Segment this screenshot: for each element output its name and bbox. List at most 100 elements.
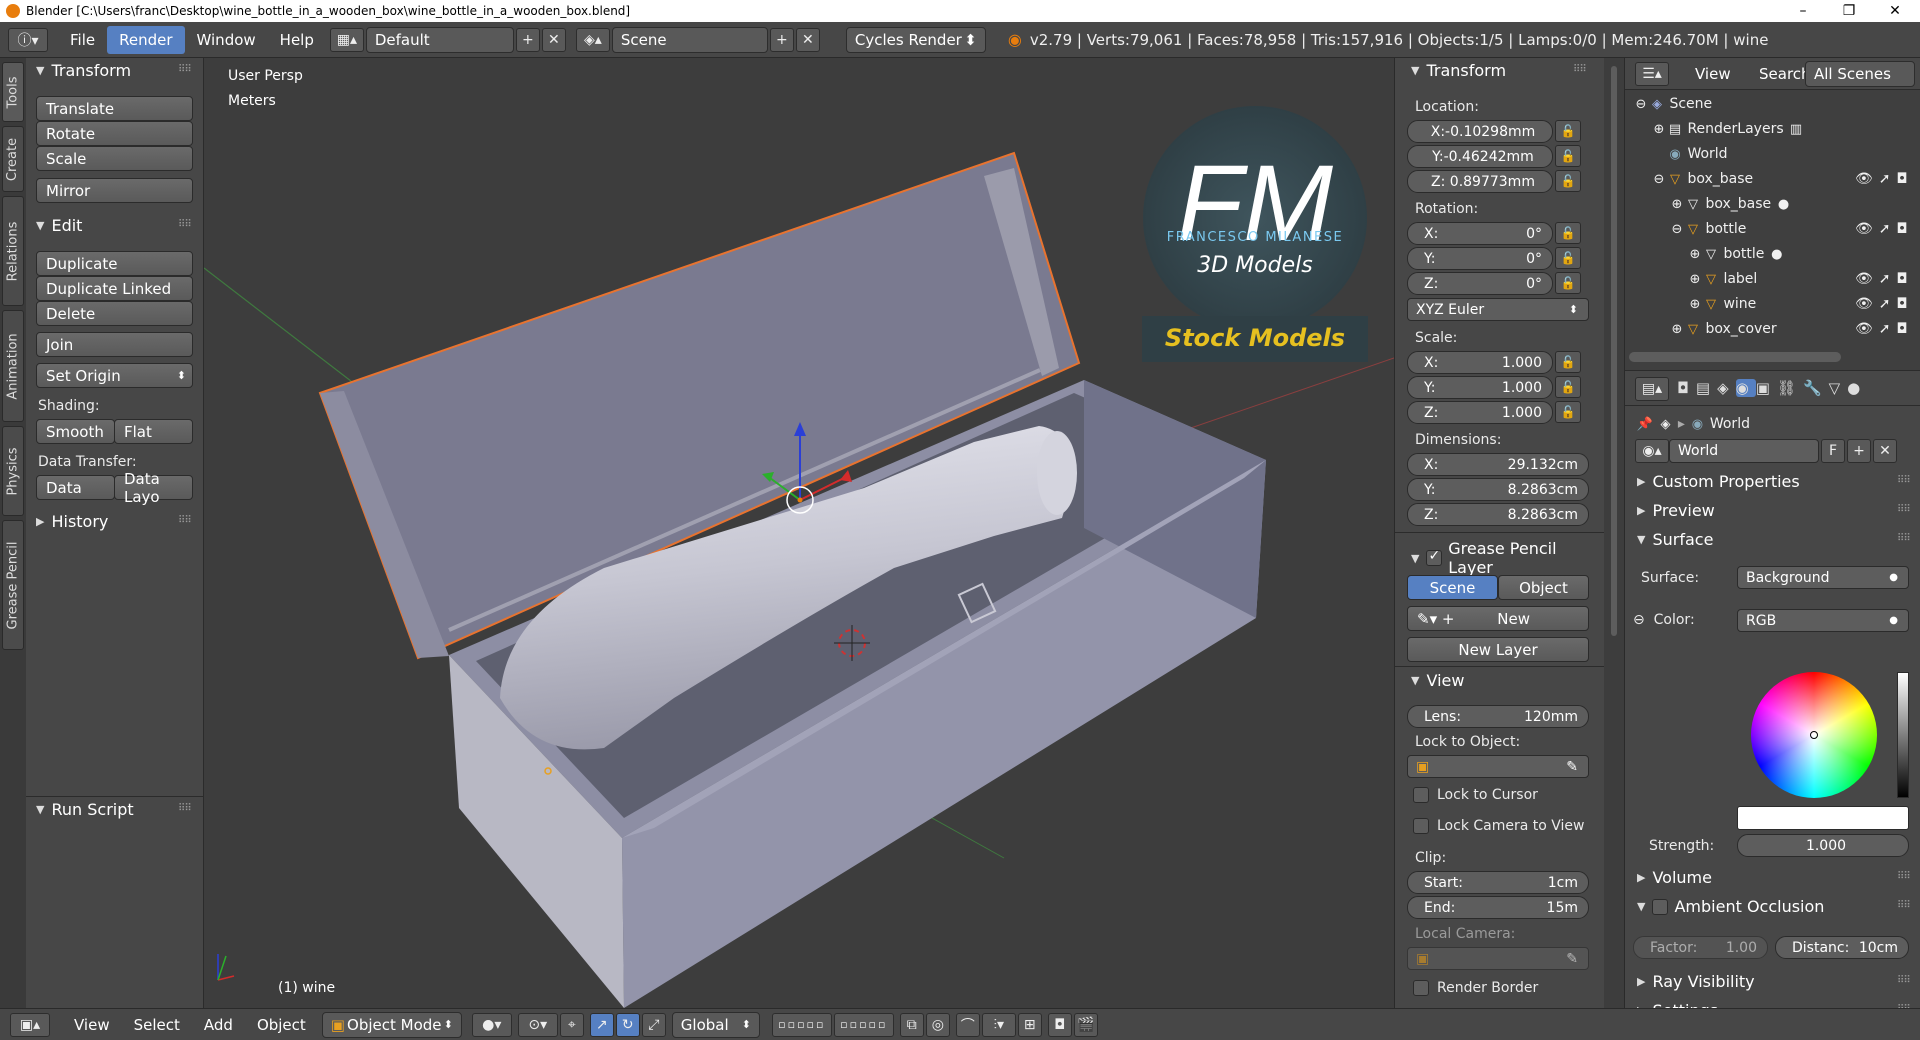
lock-icon[interactable]: 🔓 (1555, 247, 1581, 269)
layers-11-20[interactable]: ▫▫▫▫▫ (833, 1012, 894, 1037)
grease-pencil-scene-button[interactable]: Scene (1407, 575, 1498, 600)
visibility-toggles[interactable]: 👁 ➚ ◘ (1855, 221, 1914, 237)
rotation-y-field[interactable]: Y: 0° (1407, 247, 1553, 270)
new-layer-button[interactable]: New Layer (1407, 637, 1589, 662)
proportional-editing-icon[interactable]: ◎ (925, 1012, 950, 1037)
outliner-menu-view[interactable]: View (1683, 60, 1743, 88)
set-origin-dropdown[interactable]: Set Origin ⬍ (36, 363, 193, 388)
history-panel-header[interactable]: ▶ History (36, 512, 108, 531)
outliner-editor-type-icon[interactable]: ☰▴ (1635, 62, 1669, 86)
screen-layout-icon[interactable]: ▦▴ (329, 27, 364, 52)
expand-icon[interactable]: ⊕ (1687, 271, 1703, 287)
close-button[interactable]: ✕ (1872, 0, 1918, 22)
dimension-y-field[interactable]: Y: 8.2863cm (1407, 478, 1589, 501)
scale-z-field[interactable]: Z: 1.000 (1407, 401, 1553, 424)
layers-1-10[interactable]: ▫▫▫▫▫ (771, 1012, 832, 1037)
expand-icon[interactable]: ⊕ (1687, 246, 1703, 262)
translate-manipulator-icon[interactable]: ↗ (589, 1012, 614, 1037)
lock-icon[interactable]: 🔓 (1555, 145, 1581, 167)
visibility-toggles[interactable]: 👁 ➚ ◘ (1855, 296, 1914, 312)
color-picker-handle[interactable] (1810, 731, 1818, 739)
maximize-button[interactable]: ❐ (1826, 0, 1872, 22)
menu-object[interactable]: Object (245, 1011, 318, 1039)
interaction-mode-dropdown[interactable]: ▣ Object Mode ⬍ (321, 1011, 462, 1038)
scene-field[interactable]: Scene (611, 26, 768, 53)
transform-orientation-dropdown[interactable]: Global ⬍ (671, 1011, 760, 1038)
value-slider[interactable] (1897, 672, 1909, 798)
local-camera-field[interactable]: ▣ ✎ (1407, 947, 1589, 970)
fake-user-button[interactable]: F (1821, 439, 1845, 463)
x-manipulator-arrow[interactable] (840, 470, 852, 482)
menu-view[interactable]: View (62, 1011, 122, 1039)
camera-render-icon[interactable]: ◘ (1897, 321, 1914, 337)
camera-render-icon[interactable]: ◘ (1897, 221, 1914, 237)
manipulator-visibility-icon[interactable]: ⌖ (559, 1012, 584, 1037)
pin-icon[interactable]: 📌 (1637, 416, 1653, 432)
rotation-z-field[interactable]: Z: 0° (1407, 272, 1553, 295)
cursor-select-icon[interactable]: ➚ (1879, 171, 1897, 187)
location-y-field[interactable]: Y:-0.46242mm (1407, 145, 1553, 168)
lock-object-field[interactable]: ▣ ✎ (1407, 755, 1589, 778)
world-datablock-field[interactable]: World (1669, 439, 1819, 463)
outliner-item-wine[interactable]: ⊕ ▽ wine (1687, 296, 1757, 312)
smooth-shading-button[interactable]: Smooth (36, 419, 115, 444)
data-layout-button[interactable]: Data Layo (114, 470, 193, 506)
menu-select[interactable]: Select (122, 1011, 192, 1039)
lock-icon[interactable]: 🔓 (1555, 222, 1581, 244)
visibility-toggles[interactable]: 👁 ➚ ◘ (1855, 171, 1914, 187)
preview-panel-header[interactable]: ▶ Preview (1637, 501, 1715, 520)
divider[interactable] (1624, 58, 1625, 1008)
menu-window[interactable]: Window (185, 26, 268, 54)
minimize-button[interactable]: – (1780, 0, 1826, 22)
menu-file[interactable]: File (58, 26, 107, 54)
custom-properties-header[interactable]: ▶ Custom Properties (1637, 472, 1800, 491)
lock-layers-icon[interactable]: ⧉ (899, 1012, 924, 1037)
render-border-checkbox[interactable] (1413, 980, 1429, 996)
drag-grip-icon[interactable]: ⠿⠿ (178, 515, 192, 526)
outliner-item-box-base-mesh[interactable]: ⊕ ▽ box_base ● (1669, 196, 1792, 212)
cursor-select-icon[interactable]: ➚ (1879, 296, 1897, 312)
ao-factor-field[interactable]: Factor: 1.00 (1633, 936, 1768, 959)
tab-animation[interactable]: Animation (2, 310, 24, 422)
properties-editor-type-icon[interactable]: ▤▴ (1635, 377, 1669, 401)
render-animation-icon[interactable]: 🎬 (1073, 1012, 1098, 1037)
expand-icon[interactable]: ⊕ (1669, 321, 1685, 337)
world-tab-icon[interactable]: ◉ (1735, 379, 1756, 397)
drag-grip-icon[interactable]: ⠿⠿ (178, 64, 192, 75)
ao-distance-field[interactable]: Distanc: 10cm (1775, 936, 1909, 959)
drag-grip-icon[interactable]: ⠿⠿ (1897, 504, 1911, 515)
delete-scene-icon[interactable]: ✕ (795, 27, 820, 52)
grease-pencil-enable-checkbox[interactable] (1426, 548, 1443, 566)
tab-create[interactable]: Create (2, 126, 24, 192)
clip-start-field[interactable]: Start: 1cm (1407, 871, 1589, 894)
outliner-item-renderlayers[interactable]: ⊕ ▤ RenderLayers ▥ (1651, 121, 1804, 137)
rotate-button[interactable]: Rotate (36, 121, 193, 146)
scale-x-field[interactable]: X: 1.000 (1407, 351, 1553, 374)
material-tab-icon[interactable]: ● (1847, 379, 1867, 397)
world-browse-icon[interactable]: ◉▴ (1635, 439, 1669, 463)
expand-icon[interactable]: ⊕ (1651, 121, 1667, 137)
camera-render-icon[interactable]: ◘ (1897, 171, 1914, 187)
outliner-item-box-cover[interactable]: ⊕ ▽ box_cover (1669, 321, 1777, 337)
color-wheel[interactable] (1751, 672, 1877, 798)
unlink-world-icon[interactable]: ✕ (1873, 439, 1897, 463)
grease-pencil-object-button[interactable]: Object (1498, 575, 1589, 600)
pivot-point-icon[interactable]: ⊙▾ (517, 1012, 558, 1037)
snap-icon[interactable]: ⌒ (955, 1012, 980, 1037)
snap-element-icon[interactable]: ⫶▾ (981, 1012, 1016, 1037)
lock-camera-checkbox[interactable] (1413, 818, 1429, 834)
lock-icon[interactable]: 🔓 (1555, 351, 1581, 373)
outliner-item-bottle-mesh[interactable]: ⊕ ▽ bottle ● (1687, 246, 1785, 262)
drag-grip-icon[interactable]: ⠿⠿ (178, 219, 192, 230)
location-x-field[interactable]: X:-0.10298mm (1407, 120, 1553, 143)
outliner-display-mode[interactable]: All Scenes (1805, 61, 1915, 87)
ambient-occlusion-panel-header[interactable]: ▼ Ambient Occlusion (1637, 897, 1824, 916)
add-scene-icon[interactable]: + (769, 27, 794, 52)
menu-help[interactable]: Help (268, 26, 326, 54)
transform-panel-header[interactable]: ▼ Transform (1411, 61, 1506, 80)
eye-icon[interactable]: 👁 (1855, 296, 1879, 312)
drag-grip-icon[interactable]: ⠿⠿ (1897, 871, 1911, 882)
editor-type-3dview-icon[interactable]: ▣▴ (10, 1012, 50, 1037)
scrollbar[interactable] (1611, 66, 1617, 636)
rotation-x-field[interactable]: X: 0° (1407, 222, 1553, 245)
